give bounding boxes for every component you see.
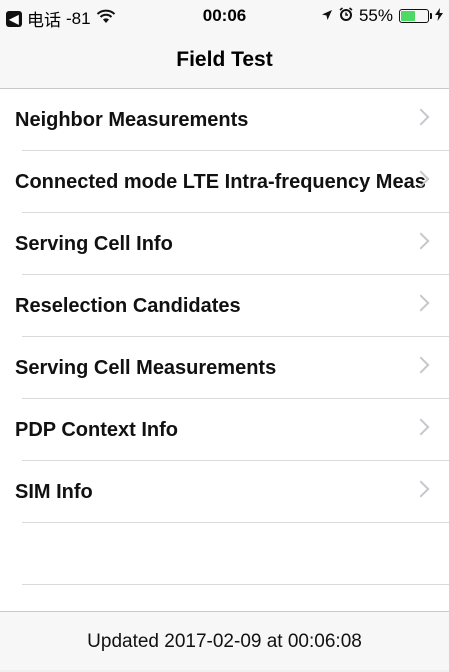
chevron-right-icon: [412, 418, 430, 436]
status-bar: ◀ 电话 -81 00:06 55%: [0, 0, 449, 34]
field-test-list: Neighbor Measurements Connected mode LTE…: [0, 89, 449, 611]
alarm-icon: [339, 6, 353, 26]
list-item-reselection-candidates[interactable]: Reselection Candidates: [0, 275, 449, 337]
list-item-pdp-context-info[interactable]: PDP Context Info: [0, 399, 449, 461]
empty-row: [0, 523, 449, 585]
list-item-label: Neighbor Measurements: [15, 109, 249, 131]
charging-bolt-icon: [435, 6, 443, 26]
navigation-bar: Field Test: [0, 34, 449, 89]
chevron-right-icon: [412, 232, 430, 250]
battery-fill: [401, 11, 415, 21]
chevron-right-icon: [412, 356, 430, 374]
list-item-label: Serving Cell Info: [15, 233, 173, 255]
list-item-connected-mode-lte[interactable]: Connected mode LTE Intra-frequency Meas: [0, 151, 449, 213]
status-right: 55%: [321, 6, 443, 26]
list-item-label: PDP Context Info: [15, 419, 178, 441]
list-item-neighbor-measurements[interactable]: Neighbor Measurements: [0, 89, 449, 151]
updated-footer: Updated 2017-02-09 at 00:06:08: [0, 611, 449, 670]
list-item-label: Reselection Candidates: [15, 295, 241, 317]
battery-percent: 55%: [358, 6, 393, 25]
battery-icon: [399, 9, 432, 23]
chevron-right-icon: [412, 294, 430, 312]
location-arrow-icon: [321, 6, 333, 26]
chevron-right-icon: [412, 108, 430, 126]
list-item-label: Serving Cell Measurements: [15, 357, 277, 379]
chevron-right-icon: [412, 480, 430, 498]
list-item-label: SIM Info: [15, 481, 93, 503]
list-item-serving-cell-info[interactable]: Serving Cell Info: [0, 213, 449, 275]
list-item-label: Connected mode LTE Intra-frequency Meas: [15, 171, 426, 193]
page-title: Field Test: [176, 48, 273, 71]
list-item-sim-info[interactable]: SIM Info: [0, 461, 449, 523]
list-item-serving-cell-measurements[interactable]: Serving Cell Measurements: [0, 337, 449, 399]
